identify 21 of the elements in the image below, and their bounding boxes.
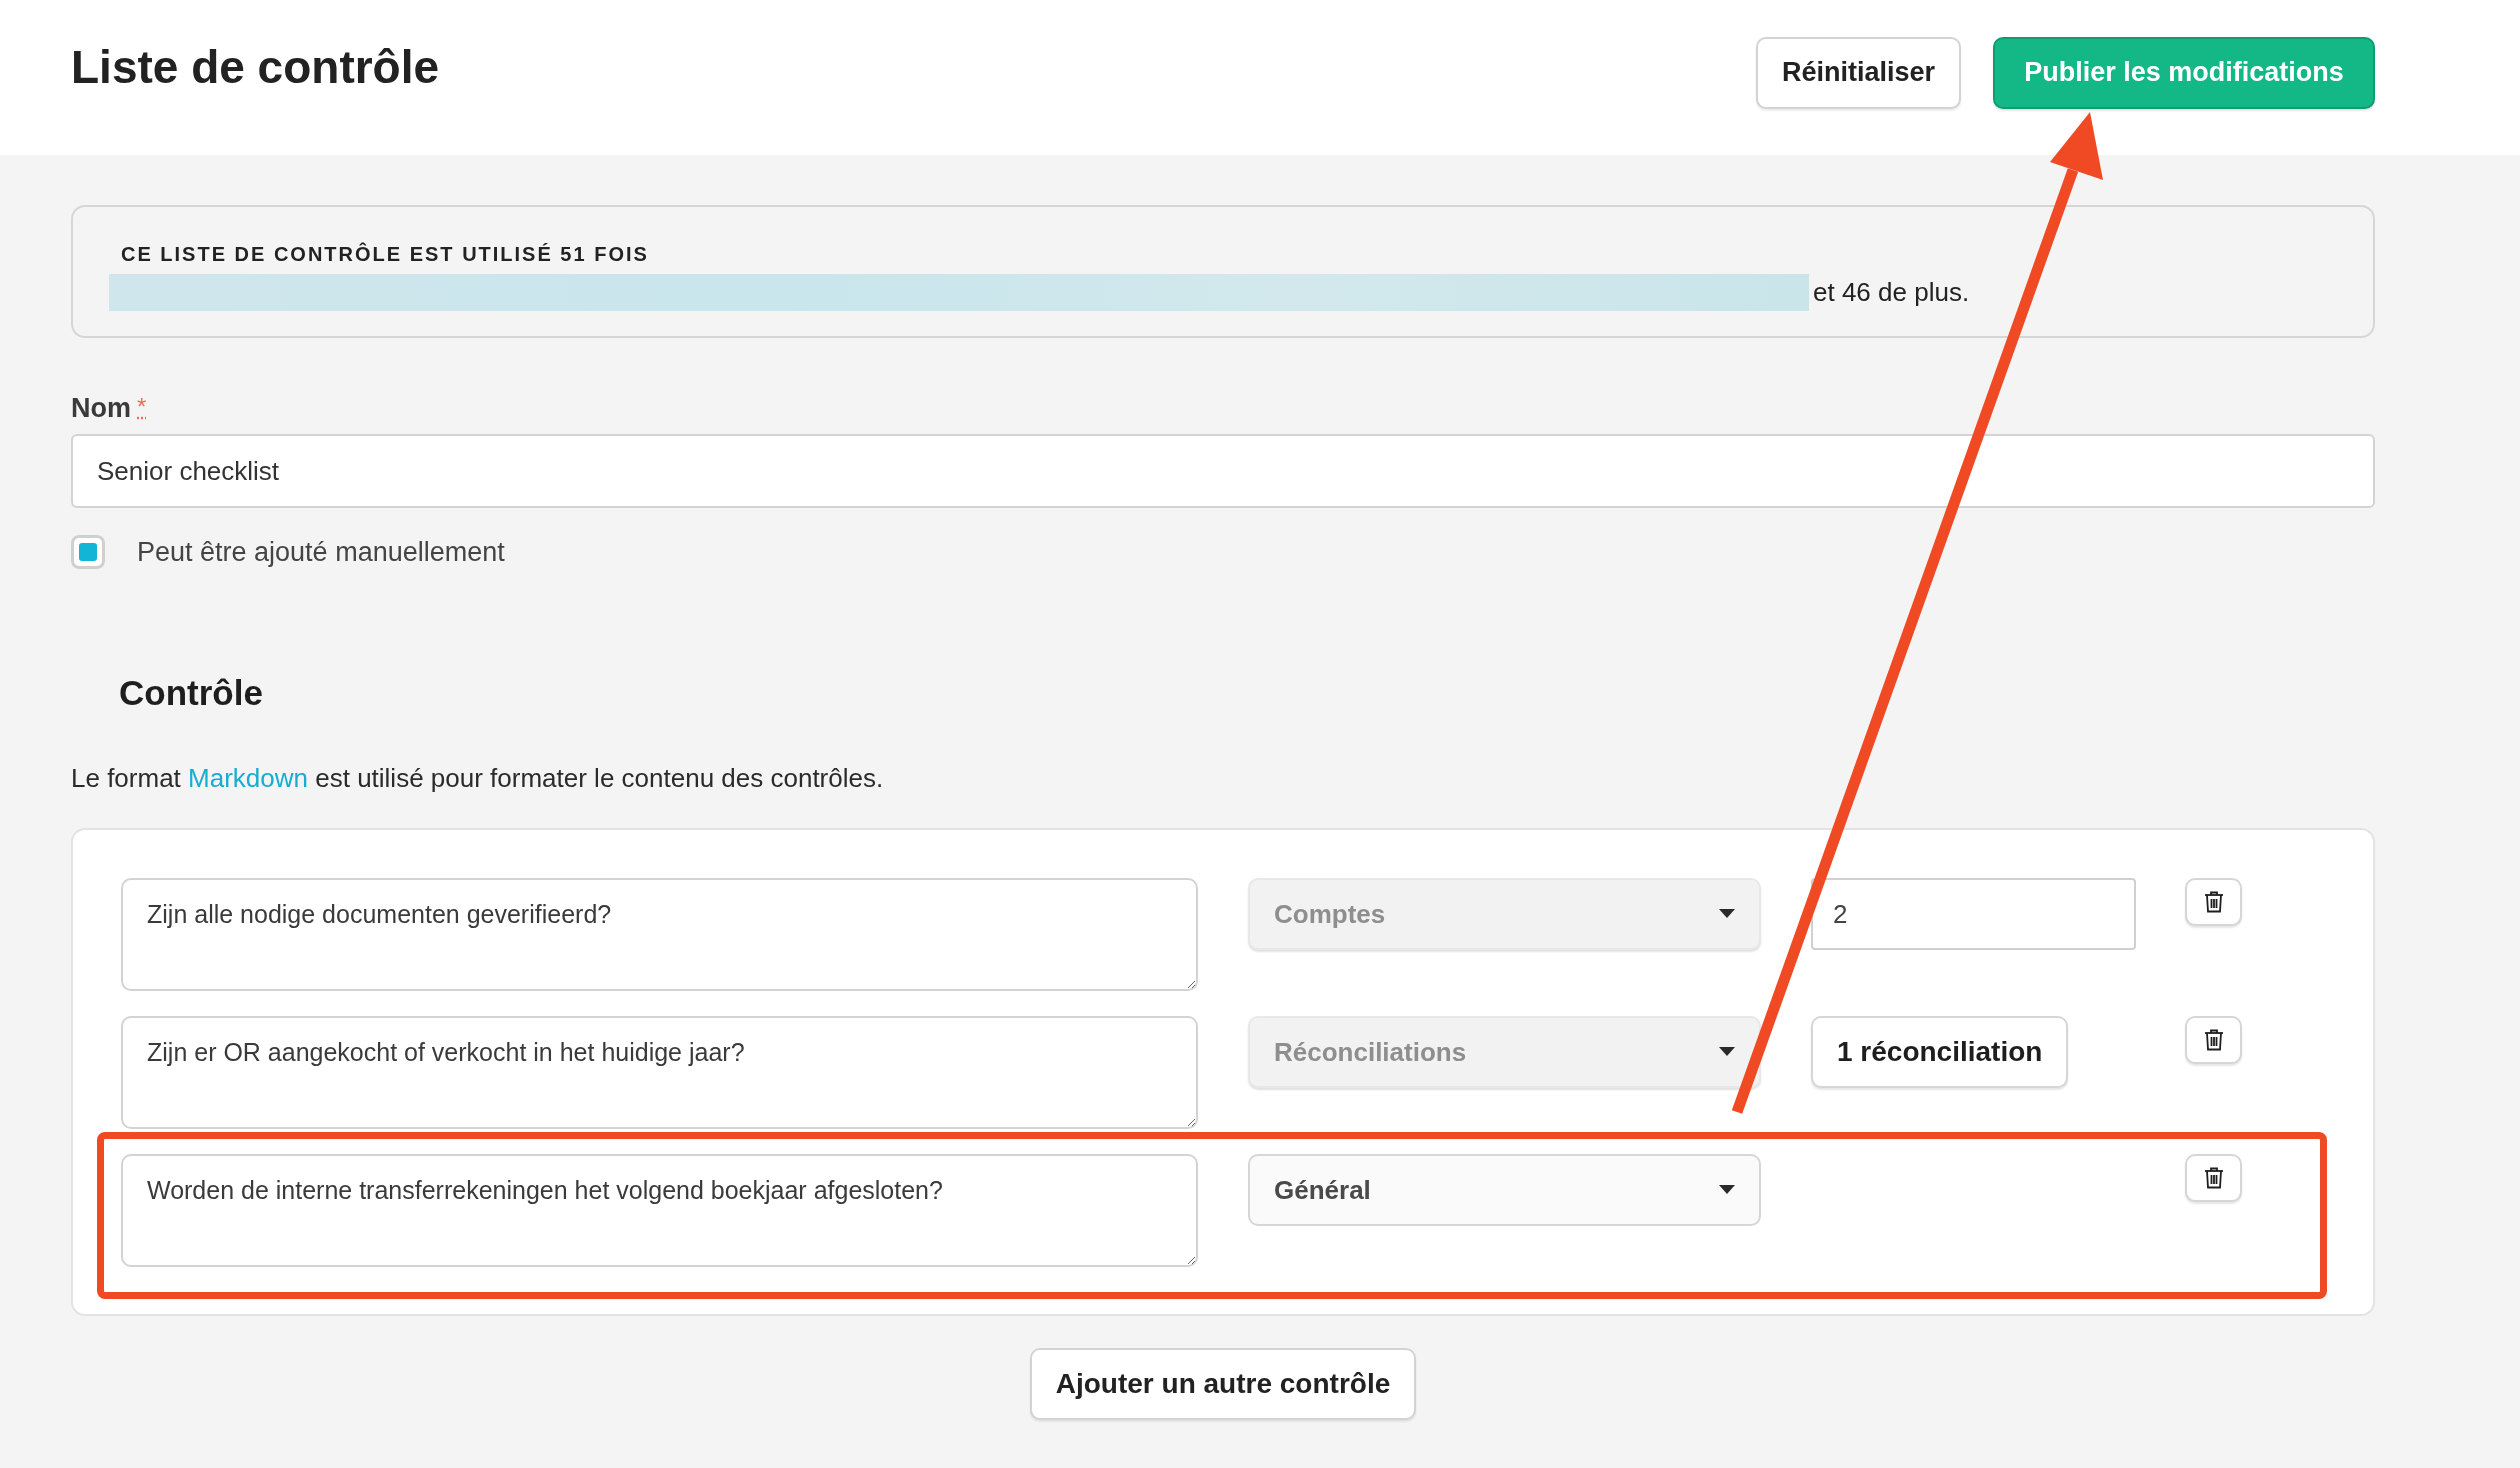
usage-heading: CE LISTE DE CONTRÔLE EST UTILISÉ 51 FOIS xyxy=(121,243,650,266)
more-count-text: et 46 de plus. xyxy=(1813,277,1970,308)
caret-icon xyxy=(1719,1185,1735,1195)
delete-button[interactable] xyxy=(2185,1154,2242,1202)
caret-icon xyxy=(1719,909,1735,919)
trash-icon xyxy=(2203,1029,2224,1051)
name-field[interactable]: Senior checklist xyxy=(71,434,2375,508)
trash-icon xyxy=(2203,891,2224,913)
name-label: Nom xyxy=(71,393,131,424)
page-title: Liste de contrôle xyxy=(71,39,440,94)
trash-icon xyxy=(2203,1167,2224,1189)
caret-icon xyxy=(1719,1047,1735,1057)
add-control-button[interactable]: Ajouter un autre contrôle xyxy=(1029,1348,1417,1420)
reset-button[interactable]: Réinitialiser xyxy=(1755,36,1961,109)
question-field[interactable]: Worden de interne transferrekeningen het volgend boekjaar afgesloten? xyxy=(121,1154,1198,1267)
category-dropdown[interactable]: Général xyxy=(1248,1154,1761,1226)
format-note: Le format Markdown est utilisé pour formater le contenu des contrôles. xyxy=(71,763,885,794)
checkbox-label: Peut être ajouté manuellement xyxy=(137,536,505,568)
section-title: Contrôle xyxy=(119,673,264,713)
required-mark: * xyxy=(137,393,147,421)
checkbox[interactable] xyxy=(71,535,105,569)
